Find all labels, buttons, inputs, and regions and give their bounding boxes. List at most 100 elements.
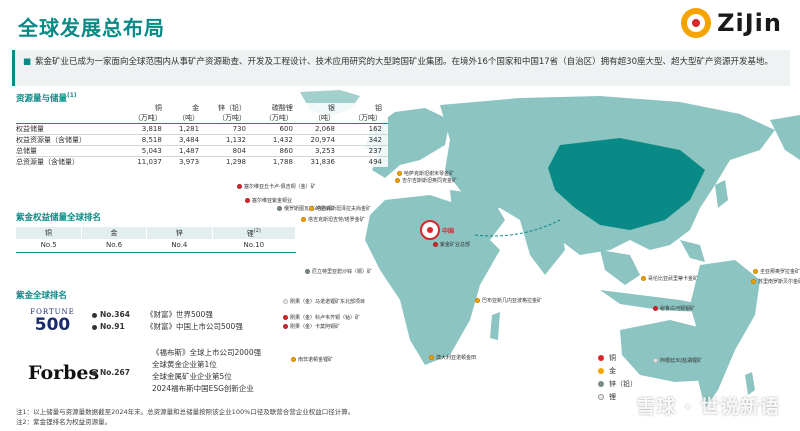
site-label: 圭亚那奥罗拉金矿 (760, 269, 800, 275)
row-label: 权益资源量（含储量） (16, 134, 121, 146)
site-marker (301, 217, 306, 222)
table-cell: 860 (252, 145, 299, 157)
table-cell: 237 (341, 145, 388, 157)
logo-text: ZiJin (717, 9, 782, 37)
legend-item: 锂 (598, 391, 637, 404)
table-cell: 1,432 (252, 134, 299, 146)
unit-cell: （万吨） (120, 113, 168, 124)
site-label: 厄立特里亚碧沙锌（铜）矿 (312, 269, 373, 275)
footnote: 注1：以上储量与资源量数据截至2024年末。总资源量和总储量按照该企业100%口… (16, 408, 355, 416)
table-cell: 11,037 (120, 156, 168, 167)
resources-unit-row: （万吨） （吨） （万吨） （万吨） （吨） （万吨） (16, 113, 388, 124)
rank-value: No.5 (16, 239, 82, 253)
forbes-logo: Forbes (28, 362, 100, 384)
site-label: 哥伦比亚武里蒂卡金矿 (648, 276, 699, 282)
ranking-table: 铜 金 锌 锂(2) No.5 No.6 No.4 No.10 (16, 227, 297, 253)
rank-col-header-lithium: 锂(2) (212, 227, 297, 239)
site-marker (291, 357, 296, 362)
table-cell: 31,836 (298, 156, 342, 167)
watermark: 雪球 · 世说新语 (636, 396, 780, 418)
col-header: 金 (167, 103, 206, 113)
table-cell: 3,484 (167, 134, 206, 146)
site-label: 阿根廷3Q盐湖锂矿 (660, 358, 703, 364)
list-item: 全球金属矿业企业第5位 (152, 372, 232, 381)
table-cell: 3,973 (167, 156, 206, 167)
intro-box: ■ 紫金矿业已成为一家面向全球范围内从事矿产资源勘查、开发及工程设计、技术应用研究… (12, 50, 790, 86)
site-label: 吉尔吉斯斯坦奥同克金矿 (402, 178, 458, 184)
table-cell: 1,487 (167, 145, 206, 157)
table-cell: 8,518 (120, 134, 168, 146)
site-marker (283, 299, 288, 304)
table-cell: 342 (341, 134, 388, 146)
legend-item: 金 (598, 365, 637, 378)
site-label: 塞尔维亚紫金铜业 (252, 198, 293, 204)
fortune-list: No.364 《财富》世界500强 No.91 《财富》中国上市公司500强 (92, 309, 243, 333)
site-marker (641, 276, 646, 281)
table-cell: 600 (252, 123, 299, 135)
rank-col-header: 金 (81, 227, 148, 239)
table-cell: 804 (205, 145, 252, 157)
gold-dot-icon (598, 368, 604, 374)
col-header: 碳酸锂 (252, 103, 299, 113)
list-item: 2024福布斯中国ESG创新企业 (152, 384, 254, 393)
china-label: 中国 (442, 228, 455, 235)
table-cell: 1,281 (167, 123, 206, 135)
site-marker (397, 171, 402, 176)
global-ranking-title: 紫金全球排名 (16, 291, 68, 301)
site-label: 塞尔维亚丘卡卢·佩吉铜（金）矿 (244, 184, 316, 190)
legend-item: 铜 (598, 352, 637, 365)
legend-item: 锌（铅） (598, 378, 637, 391)
rank-value: No.10 (212, 239, 296, 253)
table-cell: 494 (341, 156, 388, 167)
intro-text: 紫金矿业已成为一家面向全球范围内从事矿产资源勘查、开发及工程设计、技术应用研究的… (35, 57, 773, 67)
row-label: 权益储量 (16, 123, 121, 135)
table-cell: 5,043 (120, 145, 168, 157)
site-marker (395, 178, 400, 183)
unit-cell (16, 113, 121, 124)
col-header: 银 (298, 103, 342, 113)
table-row: 权益资源量（含储量） 8,518 3,484 1,132 1,432 20,97… (16, 134, 388, 146)
site-label: 刚果（金）卡莫阿铜矿 (290, 324, 341, 330)
list-item: No.364 《财富》世界500强 (92, 309, 243, 321)
table-cell: 1,298 (205, 156, 252, 167)
resources-header-row: 铜 金 锌（铅） 碳酸锂 银 钼 (16, 103, 388, 113)
site-label: 澳大利亚诺顿金田 (436, 355, 477, 361)
site-marker (753, 269, 758, 274)
bullet-icon: ■ (23, 57, 32, 67)
ranking-value-row: No.5 No.6 No.4 No.10 (16, 239, 296, 253)
table-cell: 730 (205, 123, 252, 135)
table-cell: 3,818 (120, 123, 168, 135)
table-cell: 20,974 (298, 134, 342, 146)
ranking-header-row: 铜 金 锌 锂(2) (16, 227, 297, 239)
site-marker (653, 358, 658, 363)
table-cell: 2,068 (298, 123, 342, 135)
row-label: 总资源量（含储量） (16, 156, 121, 167)
site-label: 刚果（金）科卢韦齐铜（钴）矿 (290, 315, 361, 321)
col-header: 钼 (341, 103, 388, 113)
list-item: 全球黄金企业第1位 (152, 360, 217, 369)
rank-col-header: 铜 (16, 227, 82, 239)
site-label: 苏里南罗斯贝尔金矿 (758, 279, 800, 285)
unit-cell: （吨） (298, 113, 342, 124)
rank-value: No.4 (146, 239, 213, 253)
forbes-list: 《福布斯》全球上市公司2000强 全球黄金企业第1位 全球金属矿业企业第5位 2… (152, 347, 261, 395)
site-label: 巴布亚新几内亚波格拉金矿 (482, 298, 543, 304)
site-marker (237, 184, 242, 189)
page-title: 全球发展总布局 (18, 16, 165, 40)
unit-cell: （万吨） (341, 113, 388, 124)
footnote: 注2：紫金锂排名为权益资源量。 (16, 418, 112, 426)
site-marker (433, 242, 438, 247)
table-row: 总资源量（含储量） 11,037 3,973 1,298 1,788 31,83… (16, 156, 388, 167)
site-marker (283, 324, 288, 329)
bullet-icon (92, 312, 97, 318)
resources-table: 铜 金 锌（铅） 碳酸锂 银 钼 （万吨） （吨） （万吨） （万吨） （吨） … (16, 103, 388, 167)
site-label: 秘鲁白河铜钼矿 (660, 306, 696, 312)
fortune-500-logo: FORTUNE 500 (30, 308, 75, 335)
site-marker (751, 279, 756, 284)
unit-cell: （万吨） (205, 113, 252, 124)
row-label: 总储量 (16, 145, 121, 157)
lithium-dot-icon (598, 394, 604, 400)
site-label: 紫金矿业总部 (440, 242, 471, 248)
table-cell: 1,132 (205, 134, 252, 146)
table-row: 权益储量 3,818 1,281 730 600 2,068 162 (16, 123, 388, 135)
